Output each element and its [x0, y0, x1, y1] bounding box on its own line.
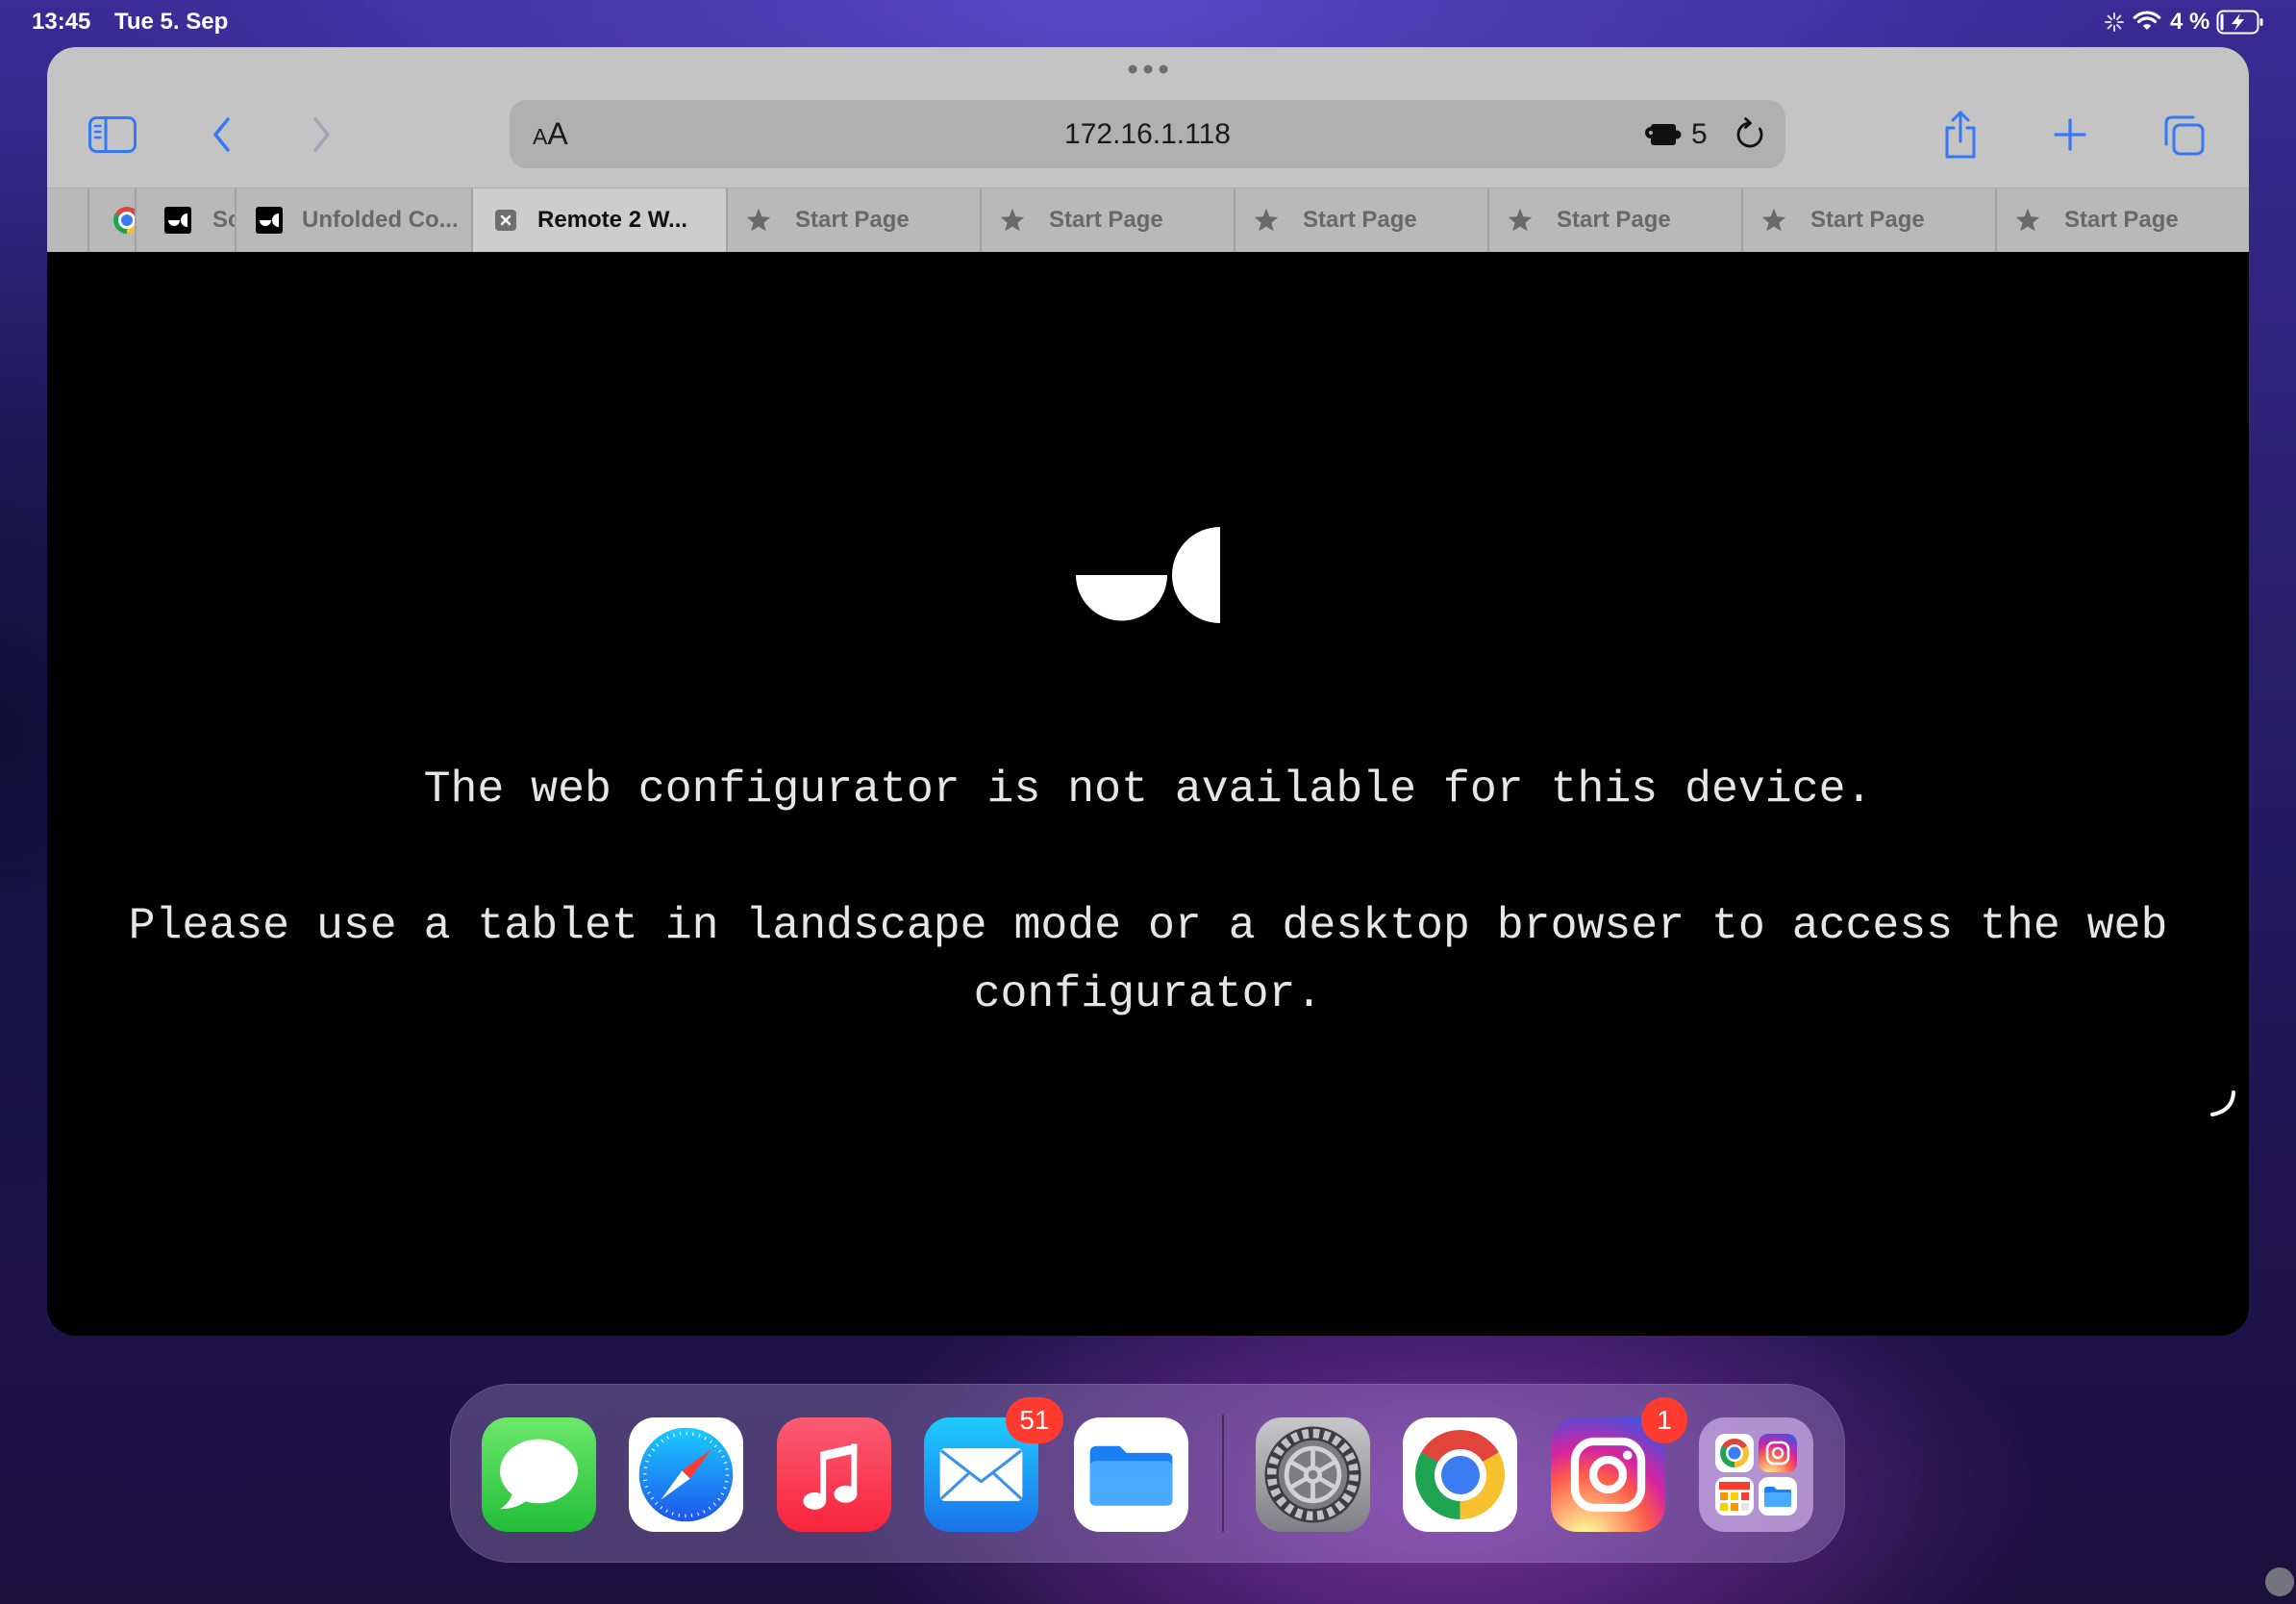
tab-start-page[interactable]: Start Page	[1995, 188, 2249, 252]
reload-icon[interactable]	[1734, 117, 1766, 150]
battery-charging-icon	[2216, 10, 2263, 35]
tabs-overview-icon[interactable]	[2161, 113, 2206, 157]
activity-spinner-icon	[2105, 13, 2124, 32]
instagram-mini-icon	[1759, 1434, 1797, 1472]
unfolded-circle-logo	[1076, 527, 1220, 623]
chrome-app-icon[interactable]	[1403, 1417, 1517, 1532]
window-resize-handle-icon[interactable]	[2209, 1089, 2237, 1117]
tab-title: Start Page	[1810, 207, 1925, 233]
tab-sc[interactable]: Sc	[135, 188, 235, 252]
safari-app-icon[interactable]	[629, 1417, 743, 1532]
messages-app-icon[interactable]	[482, 1417, 596, 1532]
tab-title: Start Page	[1303, 207, 1417, 233]
star-icon	[1000, 209, 1025, 232]
unavailable-message: The web configurator is not available fo…	[423, 764, 1873, 815]
tab-remote-2-active[interactable]: Remote 2 W...	[471, 188, 726, 252]
tab-start-page[interactable]: Start Page	[980, 188, 1234, 252]
tab-title: Start Page	[1557, 207, 1671, 233]
web-page-content: The web configurator is not available fo…	[47, 252, 2249, 1336]
settings-app-icon[interactable]	[1256, 1417, 1370, 1532]
star-icon	[1254, 209, 1279, 232]
assistive-touch-button[interactable]	[2265, 1567, 2294, 1596]
tab-bar: Sc Unfolded Co... Remote 2 W... Start Pa…	[47, 188, 2249, 252]
instagram-badge: 1	[1641, 1397, 1687, 1443]
sidebar-icon[interactable]	[88, 116, 137, 153]
instruction-message: Please use a tablet in landscape mode or…	[128, 900, 2168, 1019]
browser-toolbar: AA 172.16.1.118 5 S Unfolded Co... Remot…	[47, 47, 2249, 252]
url-text[interactable]: 172.16.1.118	[510, 100, 1785, 168]
tab-start-page[interactable]: Start Page	[1741, 188, 1995, 252]
files-app-icon[interactable]	[1074, 1417, 1188, 1532]
app-folder-icon[interactable]	[1699, 1417, 1813, 1532]
battery-percentage: 4 %	[2170, 9, 2210, 35]
tab-title: Sc	[212, 207, 235, 233]
new-tab-plus-icon[interactable]	[2053, 117, 2087, 152]
tab-chrome[interactable]	[87, 188, 135, 252]
extension-icon[interactable]	[1643, 121, 1682, 148]
tab-title: Start Page	[2064, 207, 2179, 233]
star-icon	[1508, 209, 1533, 232]
chrome-icon	[113, 207, 135, 234]
status-time: 13:45	[32, 9, 91, 35]
tab-bar-spacer	[47, 188, 87, 252]
tab-start-page[interactable]: Start Page	[1234, 188, 1487, 252]
mail-badge: 51	[1006, 1397, 1063, 1443]
tab-title: Start Page	[1049, 207, 1163, 233]
tab-start-page[interactable]: Start Page	[726, 188, 980, 252]
dock: 51 1	[450, 1384, 1845, 1563]
close-tab-icon[interactable]	[495, 210, 516, 231]
star-icon	[1761, 209, 1786, 232]
unfolded-circle-icon	[256, 207, 283, 234]
chrome-mini-icon	[1715, 1434, 1754, 1472]
tab-start-page[interactable]: Start Page	[1487, 188, 1741, 252]
extension-count: 5	[1691, 118, 1708, 150]
share-icon[interactable]	[1941, 110, 1980, 160]
status-date: Tue 5. Sep	[114, 9, 229, 35]
tab-title: Remote 2 W...	[537, 207, 688, 233]
forward-chevron-icon[interactable]	[311, 115, 334, 154]
window-options-icon[interactable]	[1128, 64, 1168, 74]
star-icon	[2015, 209, 2040, 232]
tab-title: Unfolded Co...	[302, 207, 459, 233]
music-app-icon[interactable]	[777, 1417, 891, 1532]
address-bar[interactable]: AA 172.16.1.118 5	[510, 100, 1785, 168]
status-bar: 13:45 Tue 5. Sep 4 %	[0, 0, 2296, 44]
star-icon	[746, 209, 771, 232]
safari-window: AA 172.16.1.118 5 S Unfolded Co... Remot…	[47, 47, 2249, 1336]
calendar-mini-icon	[1715, 1477, 1754, 1516]
wifi-icon	[2133, 11, 2161, 30]
dock-separator	[1222, 1415, 1224, 1532]
tab-title: Start Page	[795, 207, 910, 233]
tab-unfolded-co[interactable]: Unfolded Co...	[235, 188, 471, 252]
back-chevron-icon[interactable]	[210, 115, 233, 154]
unfolded-circle-icon	[164, 207, 191, 234]
files-mini-icon	[1759, 1477, 1797, 1516]
